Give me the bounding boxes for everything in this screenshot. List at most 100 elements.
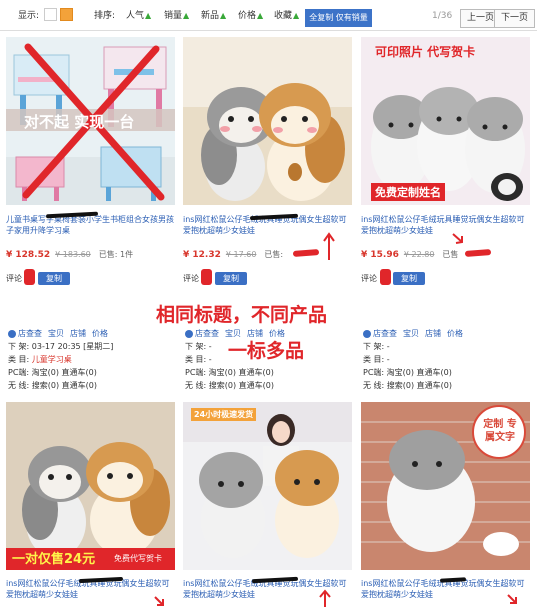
- pc-stats: PC端: 淘宝(0) 直通车(0): [363, 368, 452, 377]
- arrow-annotation: [319, 589, 331, 607]
- redaction-mark: [380, 269, 391, 285]
- category-label: 类 目:: [8, 355, 32, 364]
- tab-store[interactable]: 店铺: [70, 329, 86, 338]
- review-label: 评论: [183, 274, 199, 283]
- sort-price[interactable]: 价格▲: [238, 9, 263, 23]
- price: ¥ 15.96: [361, 250, 399, 260]
- redaction-mark: [464, 249, 492, 257]
- tab-item[interactable]: 宝贝: [48, 329, 64, 338]
- tab-shop-check[interactable]: 店查查: [373, 329, 397, 338]
- tab-price[interactable]: 价格: [269, 329, 285, 338]
- copy-button[interactable]: 复制: [38, 272, 70, 285]
- category-row: 类 目: 儿童学习桌: [8, 354, 72, 365]
- price: ¥ 128.52: [6, 250, 51, 260]
- qq-icon: [363, 329, 371, 338]
- sort-sales[interactable]: 销量▲: [164, 9, 189, 23]
- arrow-annotation: [452, 233, 463, 244]
- toolbar: 显示: 排序: 人气▲ 销量▲ 新品▲ 价格▲ 收藏▲ 全复制 仅有销量 1/3…: [0, 0, 537, 31]
- sort-popularity[interactable]: 人气▲: [126, 9, 151, 23]
- tab-price[interactable]: 价格: [447, 329, 463, 338]
- sort-price-label: 价格: [238, 11, 257, 21]
- sort-favorites-label: 收藏: [274, 11, 293, 21]
- review-label: 评论: [361, 274, 377, 283]
- annotation-line-1: 相同标题，不同产品: [156, 304, 328, 326]
- annotation-line-2: 一标多品: [228, 340, 305, 362]
- sold-count: 已售: [442, 250, 459, 259]
- copy-button[interactable]: 复制: [215, 272, 247, 285]
- squirrel-plush-photo: [183, 37, 352, 205]
- copy-button[interactable]: 复制: [393, 272, 425, 285]
- price-row: ¥ 15.96 ¥ 22.80 已售: [361, 249, 458, 260]
- category-row: 类 目: -: [363, 355, 390, 364]
- next-page-button[interactable]: 下一页: [494, 9, 536, 28]
- category-row: 类 目: -: [185, 355, 212, 364]
- product-image[interactable]: 定制 专属文字: [361, 402, 530, 570]
- arrow-annotation: [154, 596, 164, 606]
- product-image[interactable]: 可印照片 代写贺卡 免费定制姓名: [361, 37, 530, 205]
- pc-stats: PC端: 淘宝(0) 直通车(0): [185, 368, 274, 377]
- sold-count: 已售:: [264, 250, 284, 259]
- image-caption: 对不起 实现一台: [24, 113, 135, 131]
- old-price: ¥ 22.80: [403, 250, 435, 259]
- listed-time: 下 架: 03-17 20:35 [星期二]: [8, 342, 114, 351]
- sort-arrow-icon: ▲: [183, 11, 190, 20]
- review-label: 评论: [6, 274, 22, 283]
- sort-favorites[interactable]: 收藏▲: [274, 9, 299, 23]
- sort-arrow-icon: ▲: [220, 11, 227, 20]
- product-image[interactable]: [183, 37, 352, 205]
- sort-sales-label: 销量: [164, 11, 183, 21]
- tab-shop-check[interactable]: 店查查: [195, 329, 219, 338]
- category-value[interactable]: 儿童学习桌: [32, 355, 72, 364]
- grid-view-icon[interactable]: [60, 8, 73, 21]
- sort-popularity-label: 人气: [126, 11, 145, 21]
- image-badge: 24小时极速发货: [191, 408, 257, 421]
- arrow-annotation: [323, 232, 335, 260]
- page-indicator: 1/36: [432, 11, 453, 21]
- redaction-mark: [201, 269, 212, 285]
- product-image[interactable]: 一对仅售24元 免费代写贺卡: [6, 402, 175, 570]
- list-view-icon[interactable]: [44, 8, 57, 21]
- image-caption-top: 可印照片 代写贺卡: [375, 45, 476, 59]
- redaction-mark: [292, 249, 320, 257]
- pc-stats: PC端: 淘宝(0) 直通车(0): [8, 368, 97, 377]
- tab-item[interactable]: 宝贝: [403, 329, 419, 338]
- tab-shop-check[interactable]: 店查查: [18, 329, 42, 338]
- product-image[interactable]: 24小时极速发货: [183, 402, 352, 570]
- price-row: ¥ 12.32 ¥ 17.60 已售:: [183, 249, 283, 260]
- redaction-mark: [24, 269, 35, 285]
- price: ¥ 12.32: [183, 250, 221, 260]
- qq-icon: [185, 329, 193, 338]
- sort-arrow-icon: ▲: [145, 11, 152, 20]
- product-image[interactable]: 对不起 实现一台: [6, 37, 175, 205]
- filter-button[interactable]: 全复制 仅有销量: [305, 9, 372, 27]
- tab-price[interactable]: 价格: [92, 329, 108, 338]
- arrow-annotation: [507, 594, 517, 604]
- sort-new-label: 新品: [201, 11, 220, 21]
- price-row: ¥ 128.52 ¥ 183.60 已售: 1件: [6, 249, 133, 260]
- sold-count: 已售: 1件: [98, 250, 134, 259]
- tab-store[interactable]: 店铺: [425, 329, 441, 338]
- image-caption-bottom: 免费定制姓名: [371, 183, 445, 201]
- tab-store[interactable]: 店铺: [247, 329, 263, 338]
- info-tabs: 店查查 宝贝 店铺 价格: [363, 328, 469, 339]
- product-title[interactable]: 儿童书桌写字桌椅套装小学生书柜组合女孩男孩子家用升降学习桌: [6, 214, 174, 236]
- old-price: ¥ 183.60: [55, 250, 91, 259]
- review-row: 评论 复制: [183, 272, 247, 285]
- review-row: 评论 复制: [361, 272, 425, 285]
- old-price: ¥ 17.60: [225, 250, 257, 259]
- hamster-plush-photo: [361, 37, 530, 205]
- review-row: 评论 复制: [6, 272, 70, 285]
- image-caption-small: 免费代写贺卡: [114, 554, 162, 563]
- sort-new[interactable]: 新品▲: [201, 9, 226, 23]
- listed-time: 下 架: -: [363, 342, 390, 351]
- product-title[interactable]: ins网红松鼠公仔毛绒玩具睡觉玩偶女生超软可爱抱枕超萌少女娃娃: [361, 214, 529, 236]
- sort-arrow-icon: ▲: [257, 11, 264, 20]
- squirrel-plush-photo: [6, 402, 175, 570]
- info-tabs: 店查查 宝贝 店铺 价格: [185, 328, 291, 339]
- qq-icon: [8, 329, 16, 338]
- info-tabs: 店查查 宝贝 店铺 价格: [8, 328, 114, 339]
- display-label: 显示:: [18, 11, 40, 21]
- image-caption: 定制 专属文字: [483, 419, 517, 443]
- listed-time: 下 架: -: [185, 342, 212, 351]
- tab-item[interactable]: 宝贝: [225, 329, 241, 338]
